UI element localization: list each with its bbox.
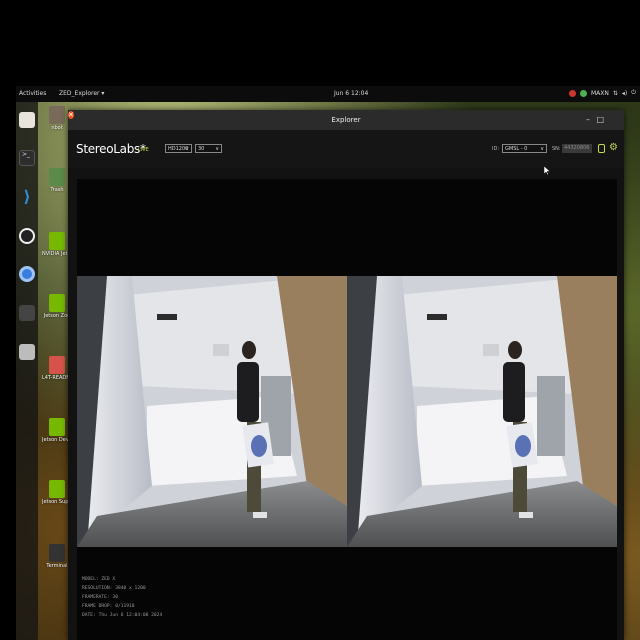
power-mode-label[interactable]: MAXN	[591, 90, 609, 97]
desktop-screen: Activities ZED_Explorer ▾ Jun 6 12:04 MA…	[16, 86, 640, 640]
chevron-down-icon: ∨	[185, 146, 189, 152]
app-menu[interactable]: ZED_Explorer ▾	[59, 90, 104, 97]
clock[interactable]: Jun 6 12:04	[334, 90, 368, 97]
mouse-cursor-icon	[544, 166, 550, 175]
left-camera-image	[77, 276, 347, 547]
maximize-button[interactable]: □	[596, 115, 604, 124]
app-icon[interactable]	[19, 305, 35, 321]
info-framerate: FRAMERATE: 30	[82, 595, 118, 600]
settings-icon[interactable]: ⚙	[609, 142, 618, 153]
files-icon[interactable]	[19, 112, 35, 128]
nvidia-icon	[49, 232, 65, 250]
trash-icon	[49, 168, 65, 186]
left-camera-view	[77, 276, 347, 547]
chromium-icon[interactable]	[19, 266, 35, 282]
nvidia-icon	[49, 418, 65, 436]
brand-logo: StereoLabs*	[76, 142, 146, 156]
folder-icon	[49, 356, 65, 374]
terminal-icon[interactable]: >_	[19, 150, 35, 166]
activities-button[interactable]: Activities	[19, 90, 46, 97]
window-titlebar[interactable]: Explorer – □ ✕	[68, 110, 624, 130]
video-viewer[interactable]: MODEL: ZED X RESOLUTION: 3840 x 1200 FRA…	[77, 179, 617, 640]
terminal-icon	[49, 544, 65, 562]
window-title: Explorer	[331, 116, 361, 124]
info-model: MODEL: ZED X	[82, 577, 116, 582]
camera-id-select[interactable]: GMSL - 0 ∨	[502, 144, 547, 153]
camera-info: MODEL: ZED X RESOLUTION: 3840 x 1200 FRA…	[82, 575, 162, 620]
obs-icon[interactable]	[19, 228, 35, 244]
info-date: DATE: Thu Jun 6 12:04:08 2024	[82, 613, 163, 618]
nvidia-icon[interactable]	[568, 89, 576, 97]
record-icon[interactable]	[598, 144, 605, 153]
network-icon[interactable]: ⇅	[613, 90, 618, 97]
serial-number-input[interactable]: 44320806	[562, 144, 592, 153]
power-icon[interactable]: ⏻	[631, 89, 636, 97]
live-status: LIVE	[138, 147, 149, 153]
info-frame-drop: FRAME DROP: 0/11910	[82, 604, 135, 609]
explorer-window: Explorer – □ ✕ StereoLabs* LIVE HD1200 ∨ …	[68, 110, 624, 640]
chevron-down-icon: ∨	[540, 146, 544, 152]
vscode-icon[interactable]: ⟩	[19, 189, 35, 205]
volume-icon[interactable]: ◂)	[622, 90, 627, 97]
sn-label: SN:	[552, 146, 561, 152]
power-mode-icon[interactable]	[579, 89, 587, 97]
chevron-down-icon: ∨	[215, 146, 219, 152]
fps-select[interactable]: 30 ∨	[195, 144, 222, 153]
nvidia-icon	[49, 294, 65, 312]
disk-icon[interactable]	[19, 344, 35, 360]
right-camera-image	[347, 276, 617, 547]
resolution-select[interactable]: HD1200 ∨	[165, 144, 192, 153]
app-toolbar: StereoLabs* LIVE HD1200 ∨ 30 ∨ ID: GMSL - …	[68, 130, 624, 168]
system-tray[interactable]: MAXN ⇅ ◂) ⏻	[568, 89, 636, 97]
dock: >_ ⟩	[16, 102, 38, 640]
top-bar: Activities ZED_Explorer ▾ Jun 6 12:04 MA…	[16, 86, 640, 102]
id-label: ID:	[492, 146, 500, 152]
info-resolution: RESOLUTION: 3840 x 1200	[82, 586, 146, 591]
stereo-view	[77, 276, 617, 547]
folder-icon	[49, 106, 65, 124]
minimize-button[interactable]: –	[586, 115, 590, 124]
right-camera-view	[347, 276, 617, 547]
nvidia-icon	[49, 480, 65, 498]
